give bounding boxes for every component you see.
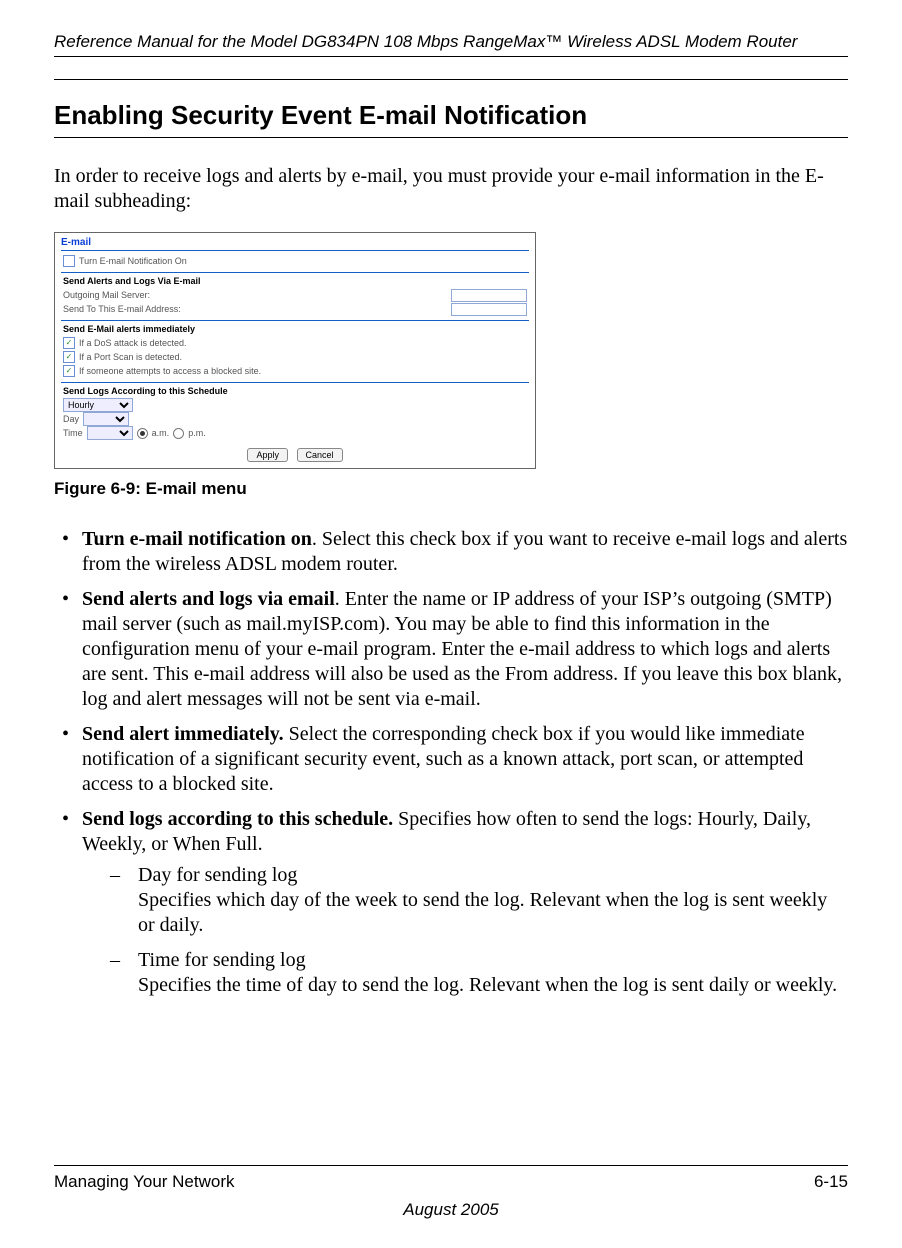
day-label: Day	[63, 412, 79, 426]
schedule-title: Send Logs According to this Schedule	[63, 386, 527, 396]
sub-bullet-item: – Time for sending log Specifies the tim…	[82, 948, 848, 998]
sendto-label: Send To This E-mail Address:	[63, 302, 181, 316]
alerts-logs-title: Send Alerts and Logs Via E-mail	[63, 276, 527, 286]
portscan-label: If a Port Scan is detected.	[79, 350, 182, 364]
sub-bullet-list: – Day for sending log Specifies which da…	[82, 863, 848, 998]
schedule-select[interactable]: Hourly	[63, 398, 133, 412]
sub-bullet-item: – Day for sending log Specifies which da…	[82, 863, 848, 938]
immediate-title: Send E-Mail alerts immediately	[63, 324, 527, 334]
sub-lead: Day for sending log	[138, 864, 297, 886]
pm-radio[interactable]	[173, 428, 184, 439]
footer-right-page-number: 6-15	[814, 1172, 848, 1192]
sub-rest: Specifies which day of the week to send …	[138, 889, 827, 936]
bullet-list: Turn e-mail notification on. Select this…	[54, 527, 848, 998]
footer-date: August 2005	[54, 1200, 848, 1220]
section-title: Enabling Security Event E-mail Notificat…	[54, 100, 848, 131]
bullet-bold: Send logs according to this schedule.	[82, 808, 393, 830]
sendto-input[interactable]	[451, 303, 527, 316]
page-footer: Managing Your Network 6-15 August 2005	[54, 1165, 848, 1220]
outgoing-mail-label: Outgoing Mail Server:	[63, 288, 150, 302]
running-header: Reference Manual for the Model DG834PN 1…	[54, 32, 848, 52]
bullet-item: Send alert immediately. Select the corre…	[54, 722, 848, 797]
bullet-bold: Send alert immediately.	[82, 723, 284, 745]
figure-caption: Figure 6-9: E-mail menu	[54, 479, 848, 499]
dash-icon: –	[110, 948, 120, 973]
am-radio[interactable]	[137, 428, 148, 439]
am-label: a.m.	[152, 426, 170, 440]
apply-button[interactable]: Apply	[247, 448, 288, 462]
footer-left: Managing Your Network	[54, 1172, 235, 1192]
blocked-checkbox[interactable]: ✓	[63, 365, 75, 377]
dos-checkbox[interactable]: ✓	[63, 337, 75, 349]
bullet-item: Send alerts and logs via email. Enter th…	[54, 587, 848, 712]
email-settings-screenshot: E-mail Turn E-mail Notification On Send …	[54, 232, 536, 469]
blocked-label: If someone attempts to access a blocked …	[79, 364, 261, 378]
pm-label: p.m.	[188, 426, 206, 440]
footer-rule	[54, 1165, 848, 1166]
dos-label: If a DoS attack is detected.	[79, 336, 187, 350]
sub-rest: Specifies the time of day to send the lo…	[138, 974, 837, 996]
header-rule	[54, 56, 848, 57]
bullet-item: Send logs according to this schedule. Sp…	[54, 807, 848, 998]
turn-notification-checkbox[interactable]	[63, 255, 75, 267]
panel-title: E-mail	[55, 233, 535, 250]
day-select[interactable]	[83, 412, 129, 426]
bullet-item: Turn e-mail notification on. Select this…	[54, 527, 848, 577]
turn-notification-label: Turn E-mail Notification On	[79, 254, 187, 268]
intro-paragraph: In order to receive logs and alerts by e…	[54, 164, 848, 214]
section-rule-top	[54, 79, 848, 80]
outgoing-mail-input[interactable]	[451, 289, 527, 302]
bullet-bold: Send alerts and logs via email	[82, 588, 335, 610]
cancel-button[interactable]: Cancel	[297, 448, 343, 462]
dash-icon: –	[110, 863, 120, 888]
sub-lead: Time for sending log	[138, 949, 306, 971]
section-rule-bottom	[54, 137, 848, 138]
time-select[interactable]	[87, 426, 133, 440]
portscan-checkbox[interactable]: ✓	[63, 351, 75, 363]
bullet-bold: Turn e-mail notification on	[82, 528, 312, 550]
time-label: Time	[63, 426, 83, 440]
